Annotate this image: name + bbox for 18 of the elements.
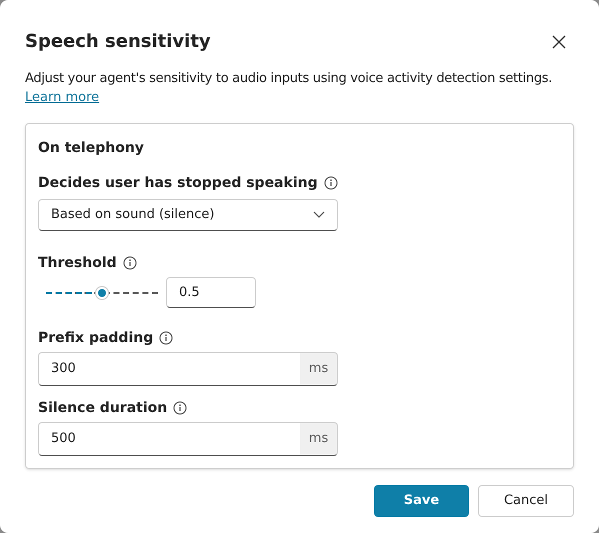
slider[interactable]: [46, 286, 158, 300]
dialog-title: Speech sensitivity: [25, 30, 211, 54]
cancel-button[interactable]: Cancel: [478, 485, 574, 517]
info-icon[interactable]: [173, 401, 188, 415]
field-label: Prefix padding: [38, 328, 154, 348]
learn-more-link[interactable]: Learn more: [25, 88, 100, 107]
chevron-down-icon: [313, 211, 325, 219]
info-icon[interactable]: [122, 256, 137, 270]
threshold-input[interactable]: 0.5: [166, 277, 256, 308]
description-text: Adjust your agent's sensitivity to audio inputs using voice activity detection settings.: [25, 70, 554, 88]
field-label: Decides user has stopped speaking: [38, 174, 318, 192]
dropdown[interactable]: Based on sound (silence): [38, 199, 338, 231]
section-title: On telephony: [38, 139, 145, 158]
info-icon[interactable]: [159, 331, 174, 345]
info-icon[interactable]: [324, 176, 338, 190]
save-button[interactable]: Save: [374, 485, 469, 517]
field-label: Threshold: [38, 254, 117, 272]
field-label: Silence duration: [38, 398, 168, 418]
